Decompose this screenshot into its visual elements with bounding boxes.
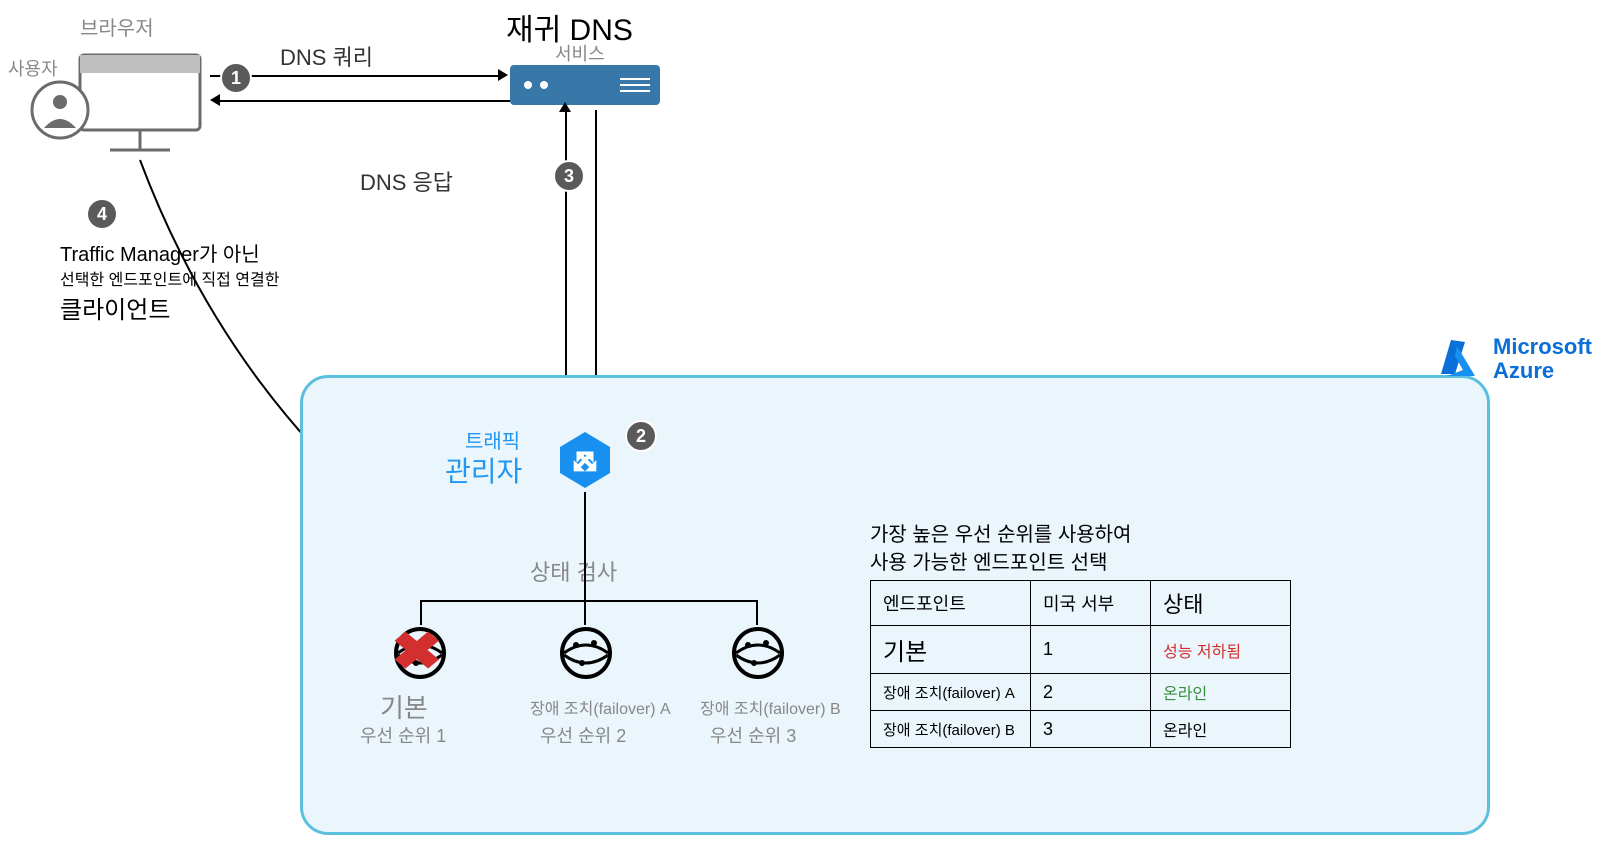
table-title-line1: 가장 높은 우선 순위를 사용하여 — [870, 518, 1131, 547]
priority2-label: 우선 순위 2 — [540, 722, 626, 748]
vline-down — [595, 110, 597, 420]
dns-query-arrow — [210, 75, 500, 77]
dns-server-icon — [510, 65, 660, 115]
step-badge-1: 1 — [220, 62, 252, 94]
table-row-endpoint: 장애 조치(failover) B — [871, 711, 1031, 748]
table-row-region: 2 — [1031, 674, 1151, 711]
tm-hline — [420, 600, 758, 602]
dns-response-arrow-seg — [220, 100, 510, 102]
x-cross-icon: ✖ — [391, 622, 443, 682]
step4-text2: 선택한 엔드포인트에 직접 연결한 — [60, 266, 279, 290]
azure-brand-line1: Microsoft — [1493, 335, 1592, 359]
step4-text1: Traffic Manager가 아닌 — [60, 238, 260, 267]
table-header-endpoint: 엔드포인트 — [871, 581, 1031, 626]
endpoint-priority-table: 엔드포인트 미국 서부 상태 기본 1 성능 저하됨 장애 조치(failove… — [870, 580, 1291, 748]
user-label: 사용자 — [8, 55, 58, 81]
table-header-status: 상태 — [1151, 581, 1291, 626]
service-label: 서비스 — [555, 40, 605, 66]
step-badge-2: 2 — [625, 420, 657, 452]
azure-logo: Microsoft Azure — [1435, 335, 1592, 383]
primary-label: 기본 — [380, 688, 428, 725]
browser-label: 브라우저 — [80, 12, 154, 41]
step-badge-4: 4 — [86, 198, 118, 230]
azure-logo-icon — [1435, 336, 1481, 382]
azure-brand-line2: Azure — [1493, 359, 1592, 383]
vline-up — [565, 110, 567, 420]
table-row-status: 온라인 — [1151, 711, 1291, 748]
failoverB-label: 장애 조치(failover) B — [700, 695, 841, 719]
browser-device-icon — [70, 45, 210, 170]
table-row-status: 성능 저하됨 — [1151, 626, 1291, 674]
table-row-endpoint: 기본 — [871, 626, 1031, 674]
health-check-label: 상태 검사 — [530, 555, 617, 587]
table-row-endpoint: 장애 조치(failover) A — [871, 674, 1031, 711]
table-title-line2: 사용 가능한 엔드포인트 선택 — [870, 546, 1107, 575]
dns-response-label: DNS 응답 — [360, 165, 453, 197]
tm-drop2 — [584, 600, 586, 625]
failoverA-label: 장애 조치(failover) A — [530, 695, 671, 719]
table-header-region: 미국 서부 — [1031, 581, 1151, 626]
endpoint-failover-a-icon — [558, 625, 614, 686]
dns-query-label: DNS 쿼리 — [280, 40, 373, 72]
traffic-manager-icon — [555, 430, 615, 495]
table-row-region: 3 — [1031, 711, 1151, 748]
endpoint-failover-b-icon — [730, 625, 786, 686]
step-badge-3: 3 — [553, 160, 585, 192]
table-row-region: 1 — [1031, 626, 1151, 674]
tm-drop3 — [756, 600, 758, 625]
priority3-label: 우선 순위 3 — [710, 722, 796, 748]
manager-label: 관리자 — [445, 450, 522, 490]
tm-vline — [584, 492, 586, 602]
user-icon — [30, 80, 90, 145]
step4-text3: 클라이언트 — [60, 290, 170, 325]
table-row-status: 온라인 — [1151, 674, 1291, 711]
priority1-label: 우선 순위 1 — [360, 722, 446, 748]
